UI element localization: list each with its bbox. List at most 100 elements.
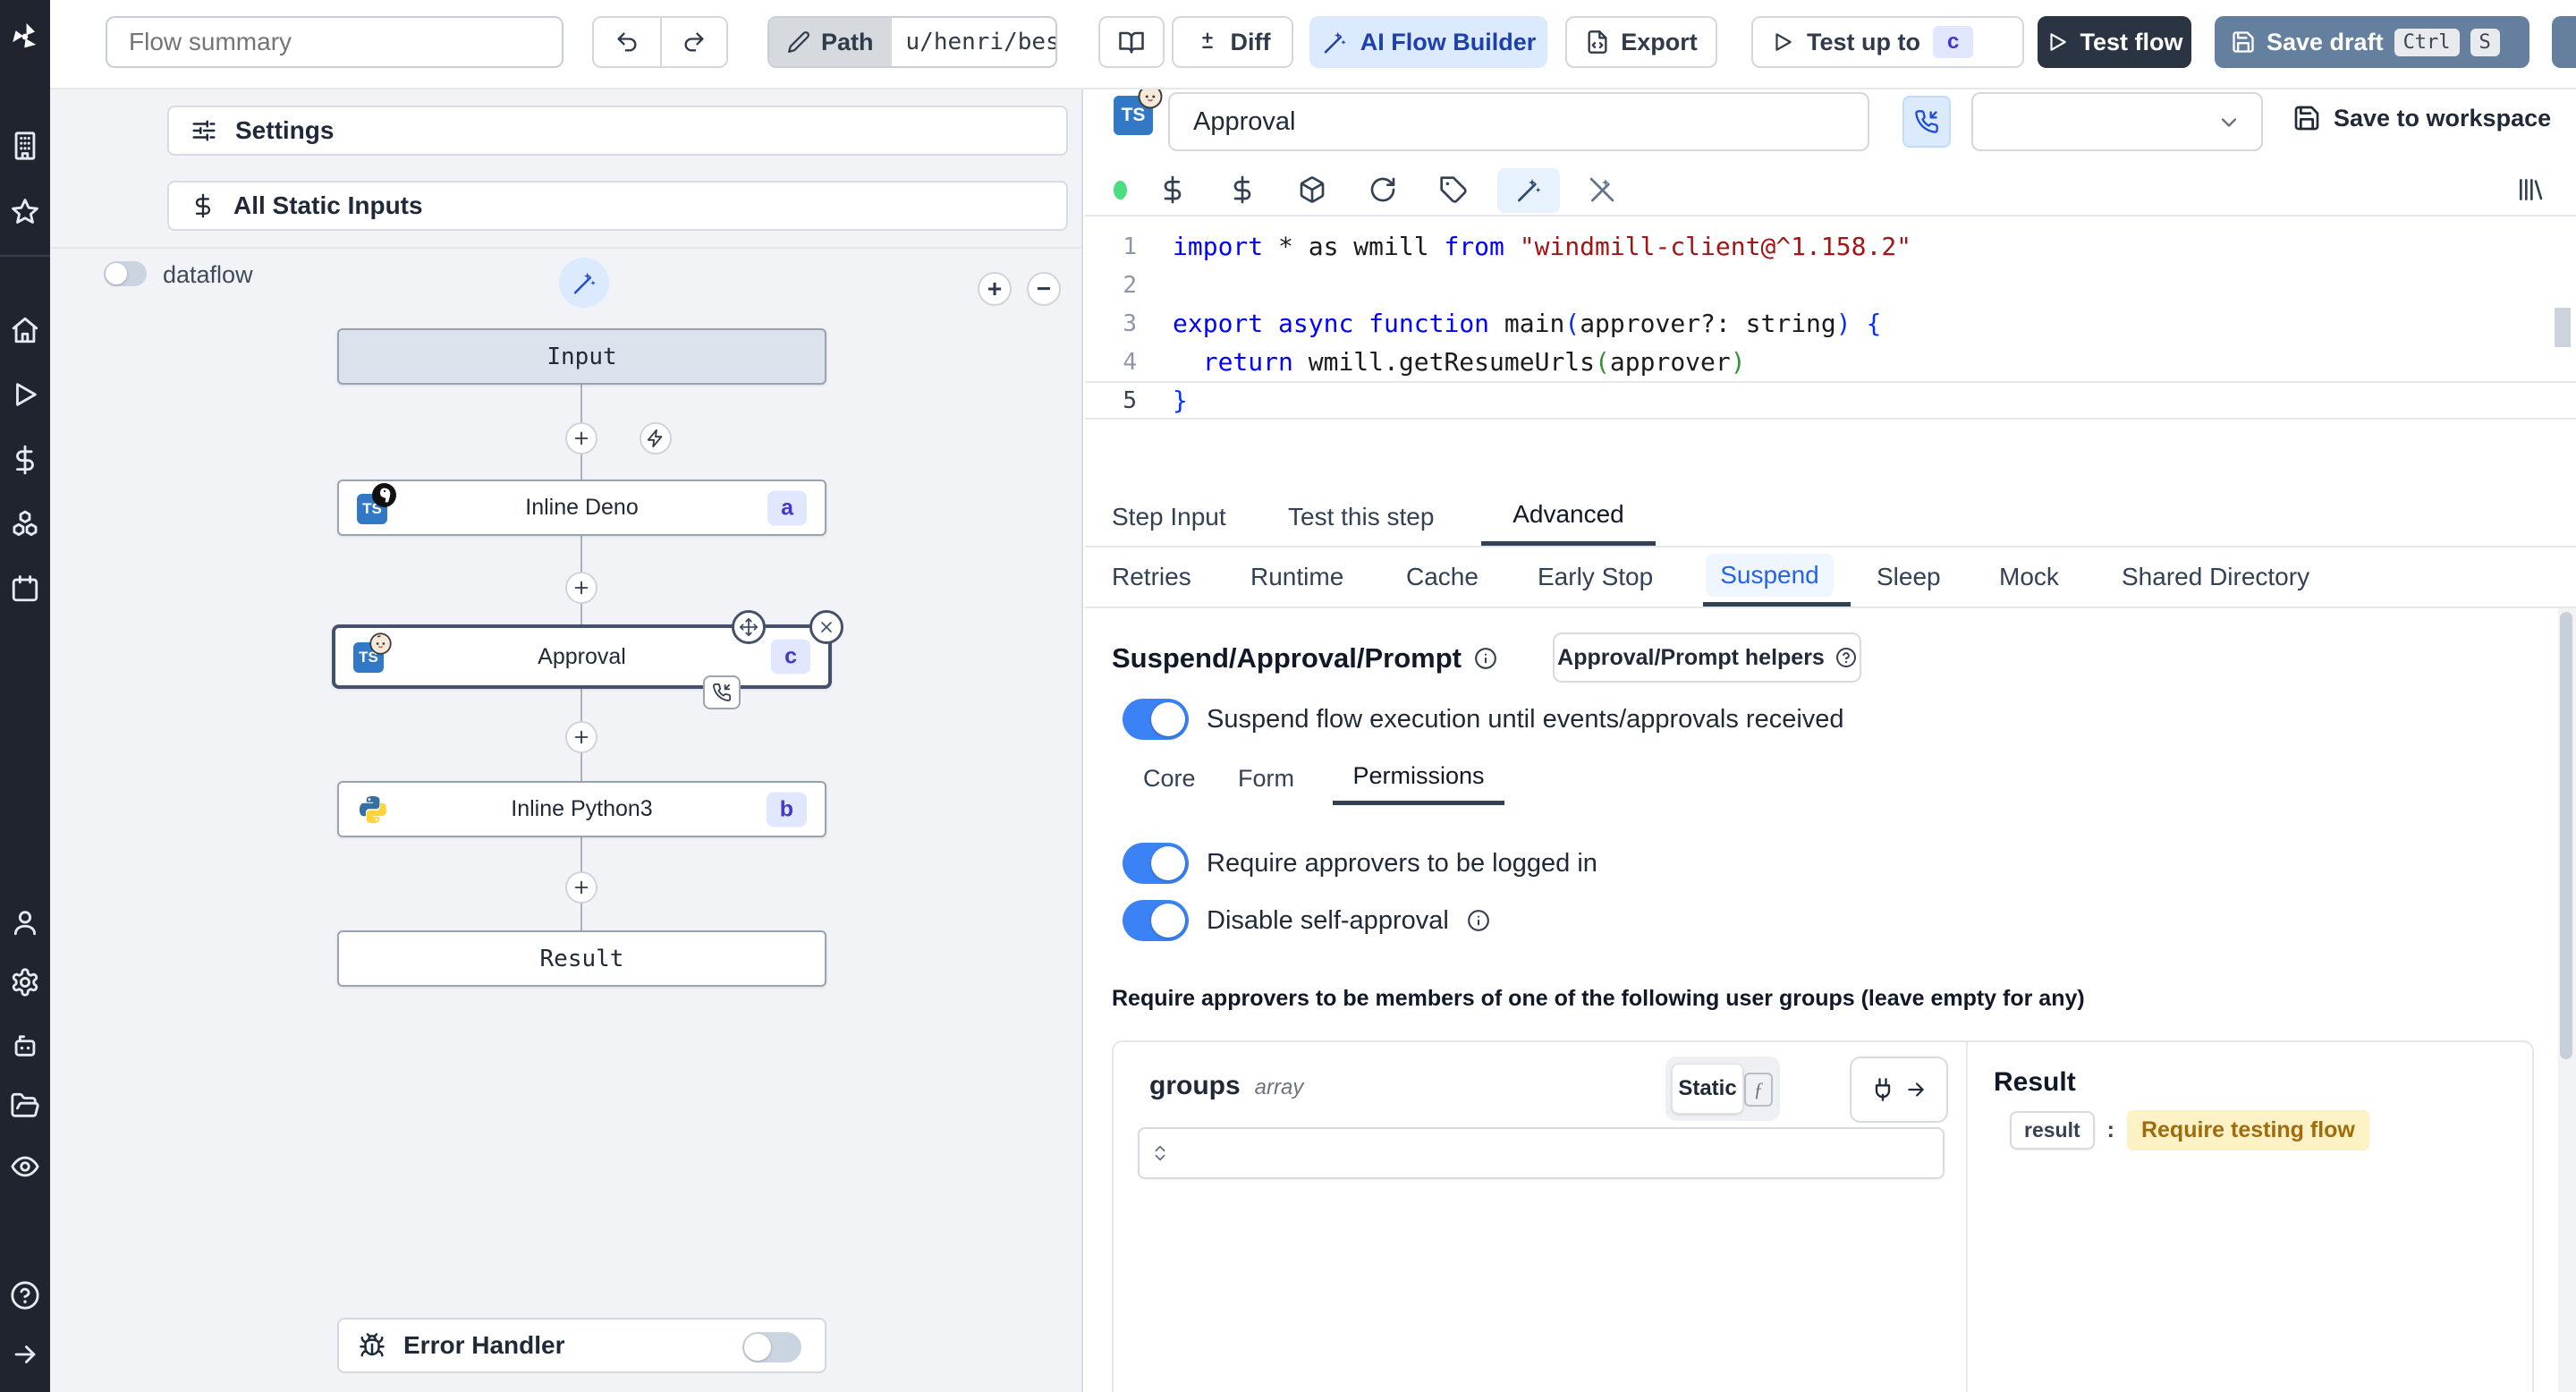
- add-trigger-button[interactable]: [640, 422, 672, 454]
- flow-node-inline-python[interactable]: Inline Python3 b: [337, 781, 826, 837]
- error-handler-toggle[interactable]: [742, 1332, 801, 1362]
- sidebar-item-workspace[interactable]: [10, 131, 40, 161]
- path-value[interactable]: u/henri/bes: [891, 18, 1055, 66]
- sidebar-item-favorites[interactable]: [10, 197, 40, 227]
- delete-step-button[interactable]: [809, 610, 843, 644]
- ai-assistant-button[interactable]: [1514, 175, 1543, 204]
- variables-button[interactable]: [1228, 175, 1257, 204]
- plus-minus-icon: [1201, 32, 1213, 48]
- chevron-down-icon: [2221, 118, 2237, 127]
- sidebar-item-folders[interactable]: [10, 1091, 40, 1121]
- function-mode-button[interactable]: ƒ: [1744, 1073, 1773, 1107]
- tab-cache[interactable]: Cache: [1406, 547, 1479, 607]
- tab-step-input[interactable]: Step Input: [1112, 488, 1226, 546]
- add-step-button[interactable]: [565, 572, 597, 604]
- code-line[interactable]: 4 return wmill.getResumeUrls(approver): [1085, 343, 2576, 381]
- ai-step-wand-button[interactable]: [559, 258, 609, 308]
- dataflow-toggle[interactable]: [104, 261, 147, 286]
- add-step-button[interactable]: [565, 422, 597, 454]
- error-handler-bar[interactable]: Error Handler: [337, 1318, 826, 1373]
- flow-node-result[interactable]: Result: [337, 930, 826, 987]
- sliders-icon: [192, 120, 216, 141]
- tab-mock[interactable]: Mock: [1999, 547, 2059, 607]
- zoom-out-button[interactable]: −: [1027, 272, 1061, 306]
- redo-button[interactable]: [659, 18, 726, 66]
- save-draft-button[interactable]: Save draft Ctrl S: [2215, 16, 2529, 68]
- tab-runtime[interactable]: Runtime: [1250, 547, 1343, 607]
- sidebar-item-workers[interactable]: [10, 1030, 40, 1060]
- test-flow-button[interactable]: Test flow: [2038, 16, 2191, 68]
- groups-field-title: groups array: [1149, 1071, 1304, 1100]
- step-name-input[interactable]: [1168, 92, 1869, 151]
- ai-flow-builder-button[interactable]: AI Flow Builder: [1309, 16, 1547, 68]
- tab-form[interactable]: Form: [1238, 751, 1294, 805]
- sidebar-item-settings[interactable]: [10, 967, 40, 997]
- library-button[interactable]: [2516, 175, 2545, 204]
- format-button[interactable]: [1439, 175, 1468, 204]
- result-key-chip[interactable]: result: [2010, 1111, 2095, 1150]
- sidebar-item-runs[interactable]: [10, 379, 40, 410]
- zoom-in-label: +: [987, 275, 1003, 302]
- assets-button[interactable]: [1158, 175, 1187, 204]
- sidebar-item-home[interactable]: [10, 315, 40, 345]
- tab-suspend[interactable]: Suspend: [1703, 547, 1851, 607]
- tab-retries[interactable]: Retries: [1112, 547, 1191, 607]
- sidebar-item-variables[interactable]: [10, 445, 40, 475]
- add-step-button[interactable]: [565, 871, 597, 904]
- add-step-button[interactable]: [565, 721, 597, 753]
- code-line[interactable]: 5}: [1085, 381, 2576, 420]
- groups-array-input[interactable]: [1138, 1127, 1945, 1179]
- tab-permissions[interactable]: Permissions: [1333, 751, 1504, 805]
- approval-phone-button[interactable]: [1902, 96, 1951, 148]
- sidebar-expand-button[interactable]: [10, 1339, 40, 1370]
- disable-self-approval-toggle[interactable]: [1123, 900, 1189, 941]
- tab-test-this-step[interactable]: Test this step: [1288, 488, 1434, 546]
- save-to-workspace-button[interactable]: Save to workspace: [2292, 104, 2551, 132]
- flow-node-input[interactable]: Input: [337, 328, 826, 385]
- move-step-button[interactable]: [732, 610, 766, 644]
- scrollbar-thumb[interactable]: [2560, 612, 2572, 1059]
- docs-button[interactable]: [1098, 16, 1165, 68]
- diff-button[interactable]: Diff: [1172, 16, 1293, 68]
- reload-button[interactable]: [1368, 175, 1397, 204]
- ai-off-button[interactable]: [1588, 175, 1616, 204]
- connect-input-button[interactable]: [1850, 1057, 1948, 1123]
- tab-advanced[interactable]: Advanced: [1481, 488, 1656, 546]
- export-button[interactable]: Export: [1565, 16, 1717, 68]
- result-panel-title: Result: [1994, 1067, 2076, 1097]
- code-editor[interactable]: 1 import * as wmill from "windmill-client…: [1085, 215, 2576, 488]
- editor-scrollbar[interactable]: [2555, 308, 2571, 347]
- flow-settings-bar[interactable]: Settings: [167, 106, 1068, 156]
- dollar-icon: [1233, 175, 1251, 204]
- zoom-in-button[interactable]: +: [978, 272, 1012, 306]
- tab-early-stop[interactable]: Early Stop: [1538, 547, 1653, 607]
- deploy-button-partial[interactable]: [2552, 16, 2576, 68]
- script-version-dropdown[interactable]: [1971, 92, 2263, 151]
- scrollbar-track[interactable]: [2558, 608, 2576, 1392]
- static-mode-button[interactable]: Static: [1672, 1064, 1743, 1114]
- sidebar-item-users[interactable]: [10, 907, 40, 938]
- path-button[interactable]: Path: [769, 18, 892, 66]
- test-up-to-button[interactable]: Test up to c: [1751, 16, 2024, 68]
- tab-core[interactable]: Core: [1143, 751, 1196, 805]
- sidebar-item-schedules[interactable]: [10, 573, 40, 604]
- code-line[interactable]: 3 export async function main(approver?: s…: [1085, 304, 2576, 343]
- code-line[interactable]: 1 import * as wmill from "windmill-client…: [1085, 227, 2576, 266]
- undo-button[interactable]: [594, 18, 660, 66]
- sidebar-item-help[interactable]: [10, 1280, 40, 1311]
- tab-sleep[interactable]: Sleep: [1877, 547, 1941, 607]
- tab-shared-directory[interactable]: Shared Directory: [2122, 547, 2309, 607]
- require-logged-in-toggle[interactable]: [1123, 843, 1189, 884]
- sidebar-item-audit[interactable]: [10, 1151, 40, 1182]
- deno-node-label: Inline Deno: [525, 495, 639, 520]
- flow-summary-input[interactable]: [106, 16, 564, 68]
- flow-node-inline-deno[interactable]: TS Inline Deno a: [337, 480, 826, 536]
- sidebar-item-resources[interactable]: [10, 509, 40, 539]
- windmill-logo-icon[interactable]: [8, 20, 42, 54]
- resources-button[interactable]: [1298, 175, 1326, 204]
- code-line[interactable]: 2: [1085, 266, 2576, 304]
- all-static-inputs-bar[interactable]: All Static Inputs: [167, 181, 1068, 231]
- approval-prompt-helpers-button[interactable]: Approval/Prompt helpers: [1553, 632, 1861, 683]
- play-icon: [1775, 33, 1792, 51]
- suspend-flow-toggle[interactable]: [1123, 699, 1189, 740]
